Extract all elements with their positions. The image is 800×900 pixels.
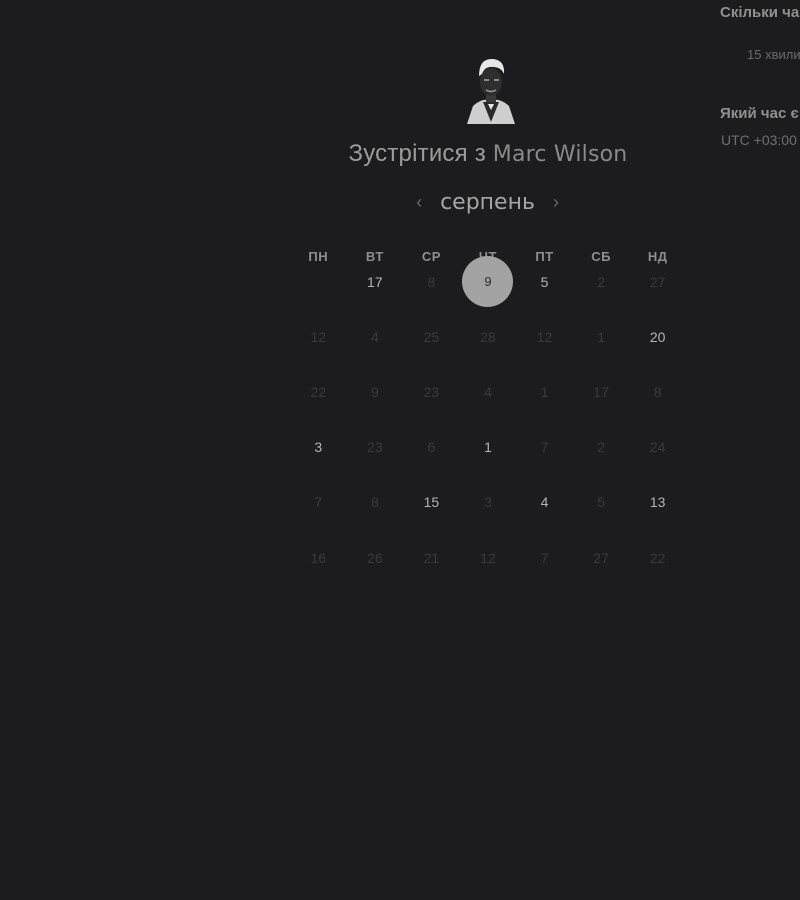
- day-number: 20: [649, 328, 666, 345]
- calendar-day: 1: [516, 364, 573, 419]
- calendar-day: 22: [629, 530, 686, 585]
- chevron-left-icon[interactable]: ‹: [408, 191, 430, 213]
- day-number: 22: [649, 549, 666, 566]
- day-number: 22: [310, 383, 327, 400]
- duration-heading: Скільки ча: [720, 4, 800, 21]
- calendar-day: 16: [290, 530, 347, 585]
- day-number: 8: [653, 383, 662, 400]
- day-number: 3: [314, 439, 323, 456]
- day-number: 27: [649, 273, 666, 290]
- calendar-day: [290, 254, 347, 309]
- day-number: 3: [484, 494, 492, 511]
- calendar-day: 6: [403, 420, 460, 475]
- calendar-day: 9: [347, 364, 404, 419]
- day-number: 6: [427, 439, 436, 456]
- calendar-day: 7: [290, 475, 347, 530]
- day-number: 17: [593, 383, 609, 400]
- day-number: 5: [597, 494, 605, 511]
- day-number: 15: [423, 494, 440, 511]
- day-number: 4: [370, 328, 379, 345]
- selected-day[interactable]: 9: [460, 254, 517, 309]
- calendar-day: 3: [460, 475, 517, 530]
- calendar-day: 2: [573, 254, 630, 309]
- calendar-day: 8: [629, 364, 686, 419]
- chevron-right-icon[interactable]: ›: [545, 191, 567, 213]
- day-number: 7: [540, 439, 549, 456]
- day-number: 9: [484, 274, 492, 290]
- calendar-grid: 17 8 9 5 2 27 12 4 25 28 12 1 20 22 9 23 4 1 17 8 3 23 6 1 7 2 24 7…: [290, 254, 686, 585]
- day-number: 2: [597, 439, 605, 456]
- calendar-day: 7: [516, 420, 573, 475]
- day-number: 28: [480, 328, 496, 345]
- calendar-day: 4: [460, 364, 517, 419]
- day-number: 27: [593, 549, 609, 566]
- calendar-day: 22: [290, 364, 347, 419]
- day-number: 1: [597, 328, 605, 345]
- calendar-day: 7: [516, 530, 573, 585]
- calendar-day: 24: [629, 420, 686, 475]
- month-label: серпень: [440, 189, 535, 215]
- duration-option[interactable]: 15 хвилин: [747, 47, 800, 62]
- calendar-day: 27: [629, 254, 686, 309]
- page-title: Зустрітися з Marc Wilson: [300, 140, 676, 168]
- day-number: 8: [370, 494, 379, 511]
- calendar-day[interactable]: 17: [347, 254, 404, 309]
- calendar-day: 2: [573, 420, 630, 475]
- calendar-day: 28: [460, 309, 517, 364]
- day-number: 9: [370, 383, 379, 400]
- day-number: 1: [484, 439, 492, 456]
- scheduling-page: Зустрітися з Marc Wilson ‹ серпень › ПН …: [0, 0, 800, 900]
- host-portrait-image: [463, 52, 519, 124]
- calendar-day: 8: [347, 475, 404, 530]
- calendar-day[interactable]: 5: [516, 254, 573, 309]
- day-number: 21: [423, 549, 440, 566]
- calendar-day: 12: [516, 309, 573, 364]
- day-number: 24: [649, 439, 666, 456]
- calendar-day: 21: [403, 530, 460, 585]
- day-number: 12: [480, 549, 496, 566]
- calendar-day[interactable]: 15: [403, 475, 460, 530]
- day-number: 23: [423, 383, 440, 400]
- day-number: 26: [367, 549, 383, 566]
- day-number: 7: [540, 549, 549, 566]
- calendar-day: 25: [403, 309, 460, 364]
- day-number: 5: [540, 273, 549, 290]
- calendar-day: 27: [573, 530, 630, 585]
- calendar-day: 23: [347, 420, 404, 475]
- day-number: 13: [649, 494, 666, 511]
- calendar-day: 1: [573, 309, 630, 364]
- timezone-value[interactable]: UTC +03:00: [721, 132, 797, 148]
- calendar-day[interactable]: 3: [290, 420, 347, 475]
- calendar-day[interactable]: 20: [629, 309, 686, 364]
- day-number: 7: [314, 494, 323, 511]
- day-number: 25: [423, 328, 440, 345]
- day-number: 4: [540, 494, 549, 511]
- day-number: 4: [484, 383, 492, 400]
- calendar-day: 4: [347, 309, 404, 364]
- month-navigation: ‹ серпень ›: [400, 186, 575, 218]
- calendar-day: 8: [403, 254, 460, 309]
- calendar-day: 17: [573, 364, 630, 419]
- day-number: 12: [536, 328, 553, 345]
- avatar: [463, 52, 519, 124]
- calendar-day: 26: [347, 530, 404, 585]
- calendar-day: 12: [290, 309, 347, 364]
- day-number: 17: [367, 273, 383, 290]
- calendar-day[interactable]: 1: [460, 420, 517, 475]
- calendar-day[interactable]: 13: [629, 475, 686, 530]
- title-prefix: Зустрітися з: [348, 140, 493, 167]
- day-number: 23: [367, 439, 383, 456]
- calendar-day: 12: [460, 530, 517, 585]
- timezone-heading: Який час є: [720, 105, 799, 122]
- day-number: 12: [310, 328, 327, 345]
- calendar-day: 23: [403, 364, 460, 419]
- calendar-day: 5: [573, 475, 630, 530]
- host-name: Marc Wilson: [492, 142, 628, 167]
- calendar-day[interactable]: 4: [516, 475, 573, 530]
- day-number: 1: [540, 383, 549, 400]
- day-number: 8: [427, 273, 436, 290]
- day-number: 16: [310, 549, 327, 566]
- day-number: 2: [597, 273, 605, 290]
